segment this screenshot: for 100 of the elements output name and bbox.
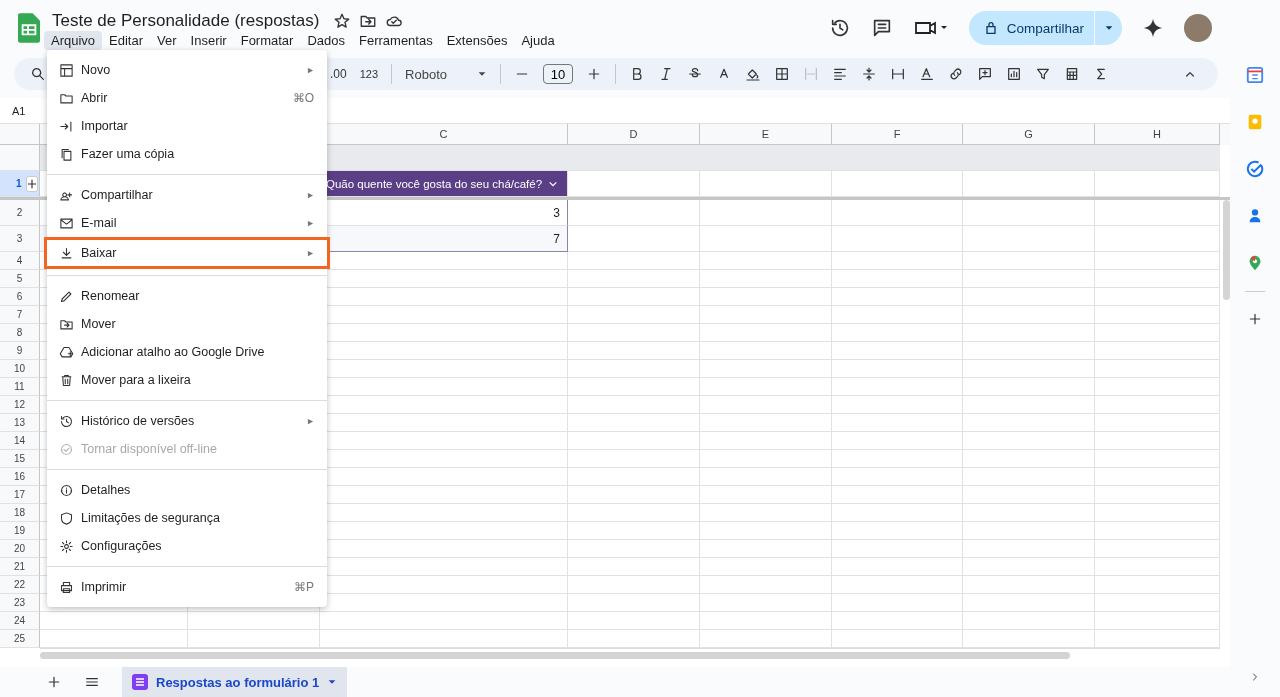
empty-cell[interactable] xyxy=(832,171,963,197)
menu-option[interactable]: Mover para a lixeira xyxy=(47,366,327,394)
empty-cell[interactable] xyxy=(700,288,832,306)
row-number[interactable]: 23 xyxy=(0,594,40,612)
empty-cell[interactable] xyxy=(700,486,832,504)
empty-cell[interactable] xyxy=(832,396,963,414)
empty-cell[interactable] xyxy=(188,612,320,630)
empty-cell[interactable] xyxy=(700,171,832,197)
sheet-tab[interactable]: Respostas ao formulário 1 xyxy=(122,667,348,697)
empty-cell[interactable] xyxy=(568,378,700,396)
empty-cell[interactable] xyxy=(1095,504,1220,522)
menu-option[interactable]: Limitações de segurança xyxy=(47,504,327,532)
empty-cell[interactable] xyxy=(700,594,832,612)
row-number[interactable]: 8 xyxy=(0,324,40,342)
empty-cell[interactable] xyxy=(568,288,700,306)
note-icon[interactable] xyxy=(1246,113,1264,131)
empty-cell[interactable] xyxy=(700,360,832,378)
menu-item[interactable]: Ferramentas xyxy=(352,30,440,50)
empty-cell[interactable] xyxy=(963,468,1095,486)
empty-cell[interactable] xyxy=(832,324,963,342)
row-number[interactable]: 12 xyxy=(0,396,40,414)
menu-option[interactable]: Configurações xyxy=(47,532,327,560)
empty-cell[interactable] xyxy=(568,200,700,226)
empty-cell[interactable] xyxy=(832,486,963,504)
star-icon[interactable] xyxy=(333,11,352,30)
empty-cell[interactable] xyxy=(963,324,1095,342)
empty-cell[interactable] xyxy=(1095,576,1220,594)
empty-cell[interactable] xyxy=(568,504,700,522)
empty-cell[interactable] xyxy=(700,306,832,324)
empty-cell[interactable] xyxy=(832,200,963,226)
empty-cell[interactable] xyxy=(963,226,1095,252)
empty-cell[interactable] xyxy=(700,200,832,226)
empty-cell[interactable] xyxy=(832,288,963,306)
empty-cell[interactable] xyxy=(1095,558,1220,576)
empty-cell[interactable] xyxy=(188,630,320,648)
empty-cell[interactable] xyxy=(1095,396,1220,414)
column-header[interactable]: D xyxy=(568,124,700,145)
empty-cell[interactable] xyxy=(832,504,963,522)
empty-cell[interactable] xyxy=(700,540,832,558)
empty-cell[interactable] xyxy=(568,630,700,648)
empty-cell[interactable] xyxy=(700,342,832,360)
font-dropdown[interactable]: Roboto xyxy=(405,66,487,82)
empty-cell[interactable] xyxy=(700,612,832,630)
empty-cell[interactable] xyxy=(832,540,963,558)
empty-cell[interactable] xyxy=(700,324,832,342)
empty-cell[interactable] xyxy=(1095,594,1220,612)
row-number[interactable]: 2 xyxy=(0,200,40,226)
vertical-align-icon[interactable] xyxy=(860,66,877,82)
row-number[interactable]: 7 xyxy=(0,306,40,324)
select-all-corner[interactable] xyxy=(0,124,40,145)
font-size-field[interactable]: 10 xyxy=(542,64,573,84)
empty-cell[interactable] xyxy=(568,270,700,288)
empty-cell[interactable] xyxy=(1095,378,1220,396)
empty-cell[interactable] xyxy=(700,468,832,486)
name-box[interactable]: A1 xyxy=(12,104,26,117)
menu-option[interactable]: Histórico de versões xyxy=(47,407,327,435)
empty-cell[interactable] xyxy=(1095,414,1220,432)
share-button[interactable]: Compartilhar xyxy=(968,11,1094,45)
column-header[interactable]: F xyxy=(832,124,963,145)
empty-cell[interactable] xyxy=(963,360,1095,378)
menu-option[interactable]: Renomear xyxy=(47,282,327,310)
empty-cell[interactable] xyxy=(700,576,832,594)
row-number[interactable]: 17 xyxy=(0,486,40,504)
filter-icon[interactable] xyxy=(1034,66,1051,82)
row-number[interactable]: 5 xyxy=(0,270,40,288)
empty-cell[interactable] xyxy=(963,630,1095,648)
row-number[interactable]: 1 xyxy=(16,178,22,189)
empty-cell[interactable] xyxy=(700,450,832,468)
empty-cell[interactable] xyxy=(963,414,1095,432)
empty-cell[interactable] xyxy=(568,360,700,378)
chart-icon[interactable] xyxy=(1005,66,1022,82)
empty-cell[interactable] xyxy=(832,432,963,450)
empty-cell[interactable] xyxy=(832,558,963,576)
empty-cell[interactable] xyxy=(1095,630,1220,648)
empty-cell[interactable] xyxy=(832,522,963,540)
merge-cells-icon[interactable] xyxy=(802,66,819,82)
menu-option[interactable]: Imprimir ⌘P xyxy=(47,573,327,601)
empty-cell[interactable] xyxy=(568,558,700,576)
row-number[interactable]: 10 xyxy=(0,360,40,378)
menu-option[interactable]: Mover xyxy=(47,310,327,338)
empty-cell[interactable] xyxy=(568,432,700,450)
empty-cell[interactable] xyxy=(568,486,700,504)
empty-cell[interactable] xyxy=(963,378,1095,396)
empty-cell[interactable] xyxy=(963,594,1095,612)
search-icon[interactable] xyxy=(30,66,46,82)
menu-item[interactable]: Arquivo xyxy=(44,30,103,50)
empty-cell[interactable] xyxy=(1095,522,1220,540)
empty-cell[interactable] xyxy=(568,576,700,594)
empty-cell[interactable] xyxy=(963,540,1095,558)
row-number[interactable]: 21 xyxy=(0,558,40,576)
vertical-scrollbar[interactable] xyxy=(1223,200,1230,300)
empty-cell[interactable] xyxy=(832,450,963,468)
text-rotate-icon[interactable] xyxy=(918,66,935,82)
row-number[interactable]: 14 xyxy=(0,432,40,450)
row-number[interactable]: 3 xyxy=(0,226,40,252)
share-options-dropdown[interactable] xyxy=(1094,11,1122,45)
row-number[interactable]: 20 xyxy=(0,540,40,558)
borders-icon[interactable] xyxy=(773,66,790,82)
menu-option[interactable]: Novo xyxy=(47,56,327,84)
row-number[interactable]: 13 xyxy=(0,414,40,432)
